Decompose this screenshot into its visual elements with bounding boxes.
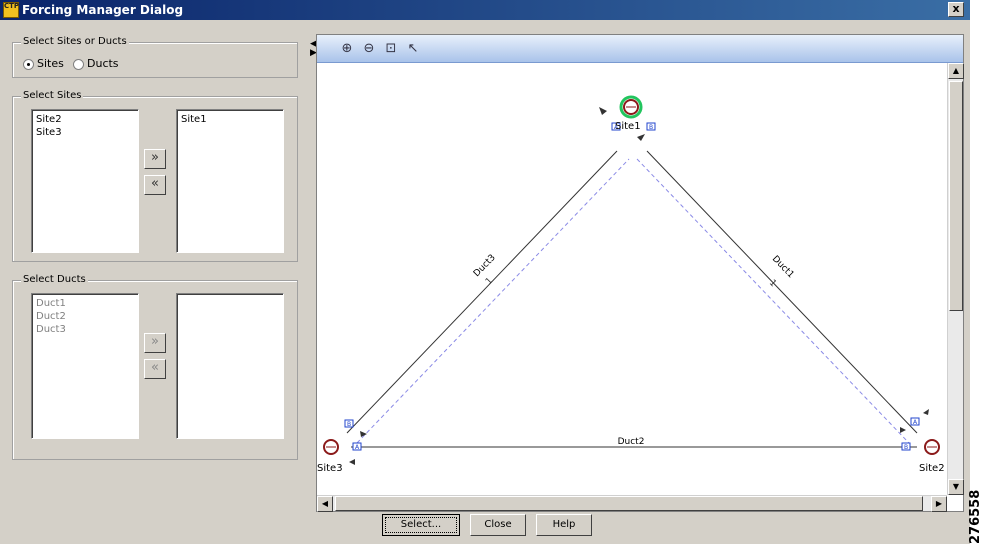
close-window-button[interactable]: x bbox=[948, 2, 964, 17]
duct3-dashed-route bbox=[356, 158, 630, 444]
duct2-label: Duct2 bbox=[618, 437, 645, 447]
figure-number: 276558 bbox=[968, 489, 983, 544]
site3-label[interactable]: Site3 bbox=[317, 463, 343, 474]
list-item[interactable]: Site3 bbox=[36, 126, 134, 139]
scroll-right-icon[interactable]: ▶ bbox=[931, 496, 947, 512]
close-button[interactable]: Close bbox=[470, 514, 526, 536]
duct1-dashed-route bbox=[636, 158, 910, 444]
app-icon: CTP bbox=[3, 2, 19, 18]
port-label: B bbox=[904, 444, 908, 451]
network-canvas[interactable]: ⊕ ⊖ ⊡ ↖ A B B A A B Duct3 1 Duct1 1 Duct… bbox=[316, 34, 964, 512]
sites-radio-option[interactable]: Sites bbox=[23, 57, 64, 70]
direction-arrow-icon bbox=[923, 409, 929, 415]
duct3-count: 1 bbox=[484, 276, 495, 287]
ducts-radio-label: Ducts bbox=[87, 57, 119, 70]
zoom-out-icon[interactable]: ⊖ bbox=[361, 41, 377, 57]
direction-arrow-icon bbox=[349, 459, 355, 465]
site1-label[interactable]: Site1 bbox=[615, 121, 641, 132]
duct3-label: Duct3 bbox=[472, 253, 498, 279]
ducts-group-legend: Select Ducts bbox=[21, 274, 88, 285]
scroll-up-icon[interactable]: ▲ bbox=[948, 63, 964, 79]
add-site-button[interactable]: » bbox=[144, 149, 166, 169]
scroll-left-icon[interactable]: ◀ bbox=[317, 496, 333, 512]
list-item[interactable]: Site1 bbox=[181, 113, 279, 126]
help-button[interactable]: Help bbox=[536, 514, 592, 536]
vertical-scroll-thumb[interactable] bbox=[949, 81, 963, 311]
network-diagram[interactable]: A B B A A B Duct3 1 Duct1 1 Duct2 Site1 … bbox=[317, 63, 947, 479]
remove-duct-button: « bbox=[144, 359, 166, 379]
select-icon[interactable]: ↖ bbox=[405, 41, 421, 57]
add-duct-button: » bbox=[144, 333, 166, 353]
mode-group-legend: Select Sites or Ducts bbox=[21, 36, 129, 47]
port-label: B bbox=[649, 124, 653, 131]
list-item: Duct1 bbox=[36, 298, 66, 309]
horizontal-scrollbar[interactable]: ◀ ▶ bbox=[317, 495, 947, 512]
available-sites-list[interactable]: Site2 Site3 bbox=[31, 109, 139, 253]
ducts-radio[interactable] bbox=[73, 58, 84, 70]
sites-group: Select Sites Site2 Site3 » « Site1 bbox=[12, 90, 298, 262]
duct1-line[interactable] bbox=[646, 150, 918, 434]
vertical-scrollbar[interactable]: ▲ ▼ bbox=[947, 63, 964, 495]
direction-arrow-icon bbox=[637, 134, 645, 141]
scroll-down-icon[interactable]: ▼ bbox=[948, 479, 964, 495]
duct1-count: 1 bbox=[767, 278, 778, 289]
horizontal-scroll-thumb[interactable] bbox=[335, 496, 923, 511]
direction-arrow-icon bbox=[900, 427, 906, 433]
ducts-group: Select Ducts Duct1 Duct2 Duct3 » « bbox=[12, 274, 298, 460]
canvas-toolbar: ⊕ ⊖ ⊡ ↖ bbox=[317, 35, 963, 63]
select-button[interactable]: Select... bbox=[382, 514, 460, 536]
zoom-in-icon[interactable]: ⊕ bbox=[339, 41, 355, 57]
forcing-manager-dialog: CTP Forcing Manager Dialog x Select Site… bbox=[0, 0, 970, 544]
site2-label[interactable]: Site2 bbox=[919, 463, 945, 474]
direction-arrow-icon bbox=[599, 107, 607, 115]
list-item: Duct3 bbox=[36, 324, 66, 335]
selected-ducts-list bbox=[176, 293, 284, 439]
port-label: B bbox=[347, 421, 351, 428]
list-item: Duct2 bbox=[36, 311, 66, 322]
remove-site-button[interactable]: « bbox=[144, 175, 166, 195]
duct3-line[interactable] bbox=[346, 150, 618, 434]
duct1-label: Duct1 bbox=[770, 254, 796, 280]
title-bar[interactable]: CTP Forcing Manager Dialog x bbox=[0, 0, 970, 20]
window-title: Forcing Manager Dialog bbox=[22, 3, 184, 17]
mode-group: Select Sites or Ducts Sites Ducts bbox=[12, 36, 298, 78]
zoom-fit-icon[interactable]: ⊡ bbox=[383, 41, 399, 57]
sites-group-legend: Select Sites bbox=[21, 90, 84, 101]
available-ducts-list: Duct1 Duct2 Duct3 bbox=[31, 293, 139, 439]
selected-sites-list[interactable]: Site1 bbox=[176, 109, 284, 253]
sites-radio-label: Sites bbox=[37, 57, 64, 70]
list-item[interactable]: Site2 bbox=[36, 113, 134, 126]
ducts-radio-option[interactable]: Ducts bbox=[73, 57, 119, 70]
sites-radio[interactable] bbox=[23, 58, 34, 70]
